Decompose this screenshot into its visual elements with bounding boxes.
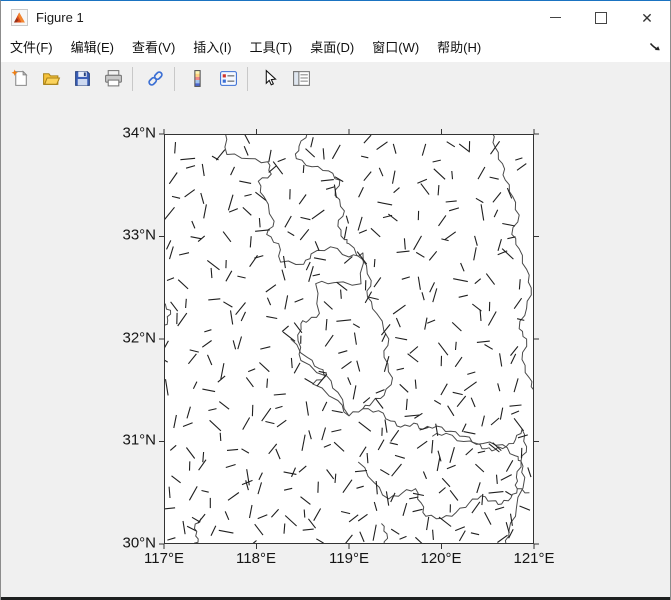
insert-colorbar-button[interactable] — [183, 65, 211, 93]
cursor-arrow-icon — [261, 69, 280, 88]
menu-file[interactable]: 文件(F) — [1, 34, 62, 62]
figure-toolbar — [1, 62, 670, 96]
x-tick-label: 117°E — [144, 550, 184, 567]
link-plot-button[interactable] — [141, 65, 169, 93]
figure-window: Figure 1 ✕ 文件(F) 编辑(E) 查看(V) 插入(I) 工具(T)… — [0, 0, 671, 600]
toolbar-separator — [174, 67, 175, 91]
print-figure-button[interactable] — [99, 65, 127, 93]
x-tick-label: 119°E — [329, 550, 369, 567]
menu-insert[interactable]: 插入(I) — [184, 34, 240, 62]
matlab-icon — [11, 9, 28, 26]
menu-edit[interactable]: 编辑(E) — [62, 34, 123, 62]
dock-figure-icon[interactable] — [646, 39, 664, 57]
close-button[interactable]: ✕ — [624, 1, 670, 34]
maximize-button[interactable] — [578, 1, 624, 34]
close-icon: ✕ — [641, 11, 653, 25]
figure-canvas-area: 34°N 33°N 32°N 31°N 30°N 117°E 118°E 119… — [1, 95, 671, 598]
x-tick-label: 121°E — [513, 550, 554, 567]
inspector-icon — [292, 69, 311, 88]
minimize-icon — [550, 17, 561, 18]
new-figure-icon — [11, 69, 30, 88]
y-tick-label: 32°N — [106, 330, 156, 347]
maximize-icon — [595, 12, 607, 24]
x-tick-label: 118°E — [236, 550, 276, 567]
y-tick-label: 34°N — [106, 125, 156, 142]
y-tick-label: 33°N — [106, 227, 156, 244]
x-tick-label: 120°E — [420, 550, 461, 567]
new-figure-button[interactable] — [6, 65, 34, 93]
map-axes[interactable] — [164, 134, 534, 544]
map-canvas[interactable] — [164, 134, 534, 544]
save-icon — [73, 69, 92, 88]
minimize-button[interactable] — [532, 1, 578, 34]
edit-plot-button[interactable] — [256, 65, 284, 93]
title-bar[interactable]: Figure 1 ✕ — [1, 1, 670, 34]
open-file-button[interactable] — [37, 65, 65, 93]
menu-window[interactable]: 窗口(W) — [363, 34, 428, 62]
save-figure-button[interactable] — [68, 65, 96, 93]
menu-desktop[interactable]: 桌面(D) — [301, 34, 363, 62]
legend-icon — [219, 69, 238, 88]
open-folder-icon — [42, 69, 61, 88]
y-tick-label: 31°N — [106, 432, 156, 449]
menu-tools[interactable]: 工具(T) — [241, 34, 302, 62]
menu-bar: 文件(F) 编辑(E) 查看(V) 插入(I) 工具(T) 桌面(D) 窗口(W… — [1, 34, 670, 63]
menu-help[interactable]: 帮助(H) — [428, 34, 490, 62]
menu-view[interactable]: 查看(V) — [123, 34, 184, 62]
print-icon — [104, 69, 123, 88]
link-icon — [146, 69, 165, 88]
window-title: Figure 1 — [36, 10, 84, 25]
colorbar-icon — [188, 69, 207, 88]
insert-legend-button[interactable] — [214, 65, 242, 93]
toolbar-separator — [247, 67, 248, 91]
property-inspector-button[interactable] — [287, 65, 315, 93]
toolbar-separator — [132, 67, 133, 91]
